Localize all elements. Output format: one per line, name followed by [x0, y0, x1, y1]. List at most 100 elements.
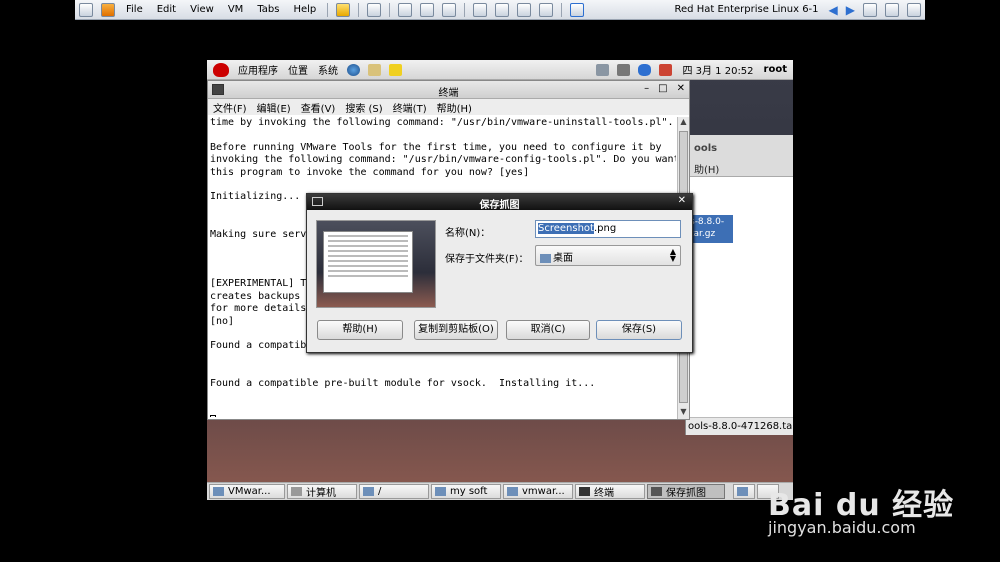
- redhat-logo-icon[interactable]: [213, 62, 229, 77]
- terminal-line: Found a compatible pre-built module for …: [210, 377, 596, 389]
- save-button[interactable]: 保存(S): [596, 320, 682, 340]
- vm-title: Red Hat Enterprise Linux 6-1: [674, 4, 819, 15]
- toolbar-divider: [358, 2, 360, 17]
- close-icon[interactable]: [907, 2, 921, 17]
- terminal-line: invoking the following command: "/usr/bi…: [210, 154, 676, 166]
- previous-tab-icon[interactable]: ◀: [829, 3, 838, 17]
- archive-file-label[interactable]: s-8.8.0- tar.gz: [688, 215, 733, 243]
- dialog-titlebar[interactable]: 保存抓图 ✕: [307, 194, 692, 211]
- screenshot-preview: [316, 220, 436, 308]
- minimize-icon[interactable]: [863, 2, 877, 17]
- scroll-down-icon[interactable]: ▼: [678, 407, 689, 419]
- thumbnail-bar-icon[interactable]: [495, 2, 510, 17]
- unity-icon[interactable]: [539, 2, 554, 17]
- taskbar-item[interactable]: VMwar...: [209, 484, 285, 499]
- window-controls: – □ ✕: [644, 83, 685, 94]
- power-icon[interactable]: [336, 2, 351, 17]
- toolbar-divider: [389, 2, 391, 17]
- filename-selected: Screenshot: [538, 223, 594, 234]
- menu-tabs[interactable]: Tabs: [250, 4, 286, 15]
- vmware-logo-icon[interactable]: [101, 2, 115, 17]
- update-icon[interactable]: [659, 63, 673, 76]
- name-label: 名称(N)：: [445, 228, 491, 239]
- menu-applications[interactable]: 应用程序: [233, 62, 283, 77]
- file-manager-status: ools-8.8.0-471268.tar.gz: [686, 417, 793, 435]
- toolbar-divider: [561, 2, 563, 17]
- file-manager-help-menu[interactable]: 助(H): [694, 161, 719, 176]
- taskbar-item[interactable]: 保存抓图: [647, 484, 725, 499]
- panel-user[interactable]: root: [760, 64, 793, 75]
- panel-clock[interactable]: 四 3月 1 20:52: [676, 62, 759, 77]
- restore-icon[interactable]: [885, 2, 899, 17]
- workspace-switcher[interactable]: [733, 484, 755, 499]
- terminal-titlebar[interactable]: 终端 – □ ✕: [208, 81, 689, 99]
- folder-icon: [435, 487, 446, 496]
- taskbar-item[interactable]: 计算机: [287, 484, 357, 499]
- revert-snapshot-icon[interactable]: [420, 2, 435, 17]
- folder-value: 桌面: [553, 253, 573, 264]
- camera-icon: [651, 487, 662, 496]
- network-icon[interactable]: [367, 2, 382, 17]
- terminal-title: 终端: [438, 88, 459, 99]
- gnome-top-panel: 应用程序 位置 系统 四 3月 1 20:52 root: [207, 60, 793, 80]
- pin-icon[interactable]: [79, 2, 93, 17]
- computer-icon: [291, 487, 302, 496]
- folder-select[interactable]: 桌面 ▲ ▼: [535, 245, 681, 266]
- folder-icon: [213, 487, 224, 496]
- bluetooth-icon[interactable]: [638, 63, 652, 76]
- close-icon[interactable]: ✕: [677, 83, 685, 94]
- minimize-icon[interactable]: –: [644, 83, 649, 94]
- menu-help[interactable]: 帮助(H): [432, 100, 477, 115]
- menu-system[interactable]: 系统: [313, 62, 343, 77]
- console-view-icon[interactable]: [570, 2, 585, 17]
- taskbar-item[interactable]: vmwar...: [503, 484, 573, 499]
- terminal-menubar: 文件(F) 编辑(E) 查看(V) 搜索 (S) 终端(T) 帮助(H): [208, 99, 689, 115]
- menu-view[interactable]: View: [183, 4, 221, 15]
- menu-file[interactable]: File: [119, 4, 150, 15]
- folder-icon: [507, 487, 518, 496]
- menu-places[interactable]: 位置: [283, 62, 313, 77]
- mail-icon[interactable]: [368, 63, 381, 76]
- chevron-updown-icon: ▲ ▼: [669, 247, 676, 263]
- vmware-toolbar: File Edit View VM Tabs Help Red Hat Ente…: [75, 0, 925, 20]
- menu-file[interactable]: 文件(F): [208, 100, 252, 115]
- sidebar-toggle-icon[interactable]: [473, 2, 488, 17]
- preview-terminal: [323, 231, 413, 293]
- notes-icon[interactable]: [389, 63, 402, 76]
- fullscreen-icon[interactable]: [517, 2, 532, 17]
- close-icon[interactable]: ✕: [678, 195, 686, 206]
- menu-vm[interactable]: VM: [221, 4, 250, 15]
- volume-icon[interactable]: [617, 63, 631, 76]
- browser-icon[interactable]: [347, 63, 360, 76]
- folder-icon: [363, 487, 374, 496]
- menu-edit[interactable]: 编辑(E): [252, 100, 296, 115]
- terminal-line: Before running VMware Tools for the firs…: [210, 141, 662, 153]
- save-screenshot-dialog: 保存抓图 ✕ 名称(N)： Screenshot.png 保存于文件夹(F)： …: [306, 193, 693, 353]
- snapshot-manager-icon[interactable]: [442, 2, 457, 17]
- filename-extension: .png: [593, 223, 617, 234]
- folder-icon: [540, 253, 551, 263]
- next-tab-icon[interactable]: ▶: [846, 3, 855, 17]
- help-button[interactable]: 帮助(H): [317, 320, 403, 340]
- bottom-taskbar: VMwar... 计算机 / my soft vmwar... 终端 保存抓图: [207, 482, 793, 500]
- snapshot-icon[interactable]: [398, 2, 413, 17]
- menu-search[interactable]: 搜索 (S): [340, 100, 387, 115]
- taskbar-item[interactable]: 终端: [575, 484, 645, 499]
- network-status-icon[interactable]: [596, 63, 610, 76]
- scroll-up-icon[interactable]: ▲: [678, 117, 689, 129]
- filename-input[interactable]: Screenshot.png: [535, 220, 681, 238]
- baidu-watermark-url: jingyan.baidu.com: [768, 518, 916, 537]
- taskbar-item[interactable]: /: [359, 484, 429, 499]
- menu-terminal[interactable]: 终端(T): [388, 100, 432, 115]
- menu-edit[interactable]: Edit: [150, 4, 183, 15]
- taskbar-item[interactable]: my soft: [431, 484, 501, 499]
- maximize-icon[interactable]: □: [658, 83, 667, 94]
- cancel-button[interactable]: 取消(C): [506, 320, 590, 340]
- copy-to-clipboard-button[interactable]: 复制到剪贴板(O): [414, 320, 498, 340]
- menu-help[interactable]: Help: [286, 4, 323, 15]
- menu-view[interactable]: 查看(V): [296, 100, 341, 115]
- file-manager-window[interactable]: ools 助(H) s-8.8.0- tar.gz ools-8.8.0-471…: [685, 135, 793, 435]
